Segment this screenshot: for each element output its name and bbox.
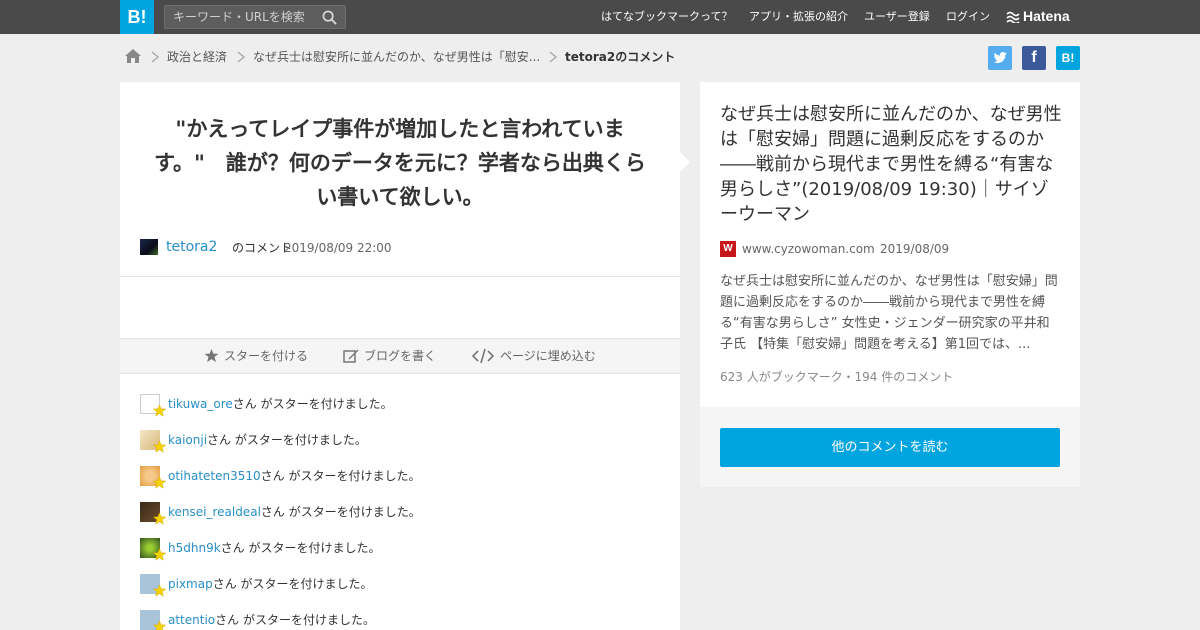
entry-panel-footer: 他のコメントを読む	[700, 407, 1080, 487]
hatena-brand-link[interactable]: Hatena	[1006, 0, 1070, 34]
star-list-item: pixmapさん がスターを付けました。	[140, 572, 660, 597]
star-icon	[153, 512, 166, 525]
global-header: B! はてなブックマークって？ アプリ・拡張の紹介 ユーザー登録 ログイン Ha…	[0, 0, 1200, 34]
star-icon	[153, 548, 166, 561]
embed-button[interactable]: ページに埋め込む	[472, 339, 607, 373]
star-user-link[interactable]: pixmap	[168, 577, 213, 591]
star-user-suffix: さん がスターを付けました。	[260, 469, 421, 483]
chevron-right-icon	[151, 51, 159, 63]
star-list-item: tikuwa_oreさん がスターを付けました。	[140, 392, 660, 417]
facebook-share-button[interactable]: f	[1022, 46, 1046, 70]
search-input[interactable]	[165, 6, 315, 28]
hatena-wave-icon	[1006, 11, 1020, 25]
hatena-bookmark-share-button[interactable]: B!	[1056, 46, 1080, 70]
star-icon	[153, 584, 166, 597]
star-user-suffix: さん がスターを付けました。	[207, 433, 367, 447]
read-more-comments-button[interactable]: 他のコメントを読む	[720, 428, 1060, 467]
comment-date[interactable]: 2019/08/09 22:00	[284, 238, 392, 258]
breadcrumb-entry[interactable]: なぜ兵士は慰安所に並んだのか、なぜ男性は「慰安...	[253, 47, 540, 67]
entry-domain-link[interactable]: www.cyzowoman.com	[742, 240, 875, 258]
star-user-suffix: さん がスターを付けました。	[260, 505, 421, 519]
star-user-suffix: さん がスターを付けました。	[215, 613, 375, 627]
write-blog-button[interactable]: ブログを書く	[343, 339, 443, 373]
star-list-item: h5dhn9kさん がスターを付けました。	[140, 536, 660, 561]
search-box	[164, 5, 346, 29]
star-user-suffix: さん がスターを付けました。	[232, 397, 393, 411]
divider	[120, 276, 680, 277]
embed-label: ページに埋め込む	[500, 349, 596, 363]
star-user-suffix: さん がスターを付けました。	[212, 577, 373, 591]
star-icon	[153, 440, 166, 453]
star-user-line: otihateten3510さん がスターを付けました。	[168, 465, 421, 487]
avatar[interactable]	[140, 239, 158, 255]
star-user-line: pixmapさん がスターを付けました。	[168, 573, 373, 595]
comment-user-suffix: のコメント	[232, 241, 293, 255]
twitter-bird-icon	[993, 52, 1007, 63]
chevron-right-icon	[237, 51, 245, 63]
star-user-line: kensei_realdealさん がスターを付けました。	[168, 501, 421, 523]
star-user-link[interactable]: kensei_realdeal	[168, 505, 261, 519]
chevron-right-icon	[549, 51, 557, 63]
action-bar: スターを付ける ブログを書く ページに埋め込む	[120, 338, 680, 374]
star-user-link[interactable]: otihateten3510	[168, 469, 261, 483]
breadcrumb-category[interactable]: 政治と経済	[167, 47, 227, 67]
home-icon[interactable]	[124, 48, 142, 64]
nav-about[interactable]: はてなブックマークって？	[601, 0, 732, 34]
star-list-item: attentioさん がスターを付けました。	[140, 608, 660, 630]
brand-label: Hatena	[1023, 8, 1070, 24]
star-list-item: kaionjiさん がスターを付けました。	[140, 428, 660, 453]
star-user-link[interactable]: h5dhn9k	[168, 541, 221, 555]
entry-title-link[interactable]: なぜ兵士は慰安所に並んだのか、なぜ男性は「慰安婦」問題に過剰反応をするのか――戦…	[720, 102, 1065, 227]
star-icon	[153, 620, 166, 630]
nav-register[interactable]: ユーザー登録	[864, 0, 930, 34]
nav-apps[interactable]: アプリ・拡張の紹介	[749, 0, 848, 34]
panel-pointer	[680, 152, 690, 172]
star-user-link[interactable]: kaionji	[168, 433, 207, 447]
hatena-bookmark-logo[interactable]: B!	[120, 0, 154, 34]
comment-user-link[interactable]: tetora2	[166, 237, 217, 257]
star-icon	[153, 404, 166, 417]
star-user-line: h5dhn9kさん がスターを付けました。	[168, 537, 380, 559]
comment-card: "かえってレイプ事件が増加したと言われています。" 誰が？何のデータを元に？学者…	[120, 82, 680, 630]
breadcrumb-current: tetora2のコメント	[565, 50, 676, 64]
search-icon[interactable]	[322, 10, 337, 25]
star-user-line: attentioさん がスターを付けました。	[168, 609, 375, 630]
star-user-suffix: さん がスターを付けました。	[220, 541, 381, 555]
site-favicon-icon: W	[720, 241, 736, 257]
add-star-button[interactable]: スターを付ける	[204, 339, 314, 373]
write-blog-label: ブログを書く	[364, 349, 437, 363]
twitter-share-button[interactable]	[988, 46, 1012, 70]
star-list-item: otihateten3510さん がスターを付けました。	[140, 464, 660, 489]
star-user-link[interactable]: tikuwa_ore	[168, 397, 233, 411]
star-icon	[204, 348, 219, 363]
entry-date: 2019/08/09	[880, 242, 950, 256]
comment-text: "かえってレイプ事件が増加したと言われています。" 誰が？何のデータを元に？学者…	[154, 117, 646, 209]
add-star-label: スターを付ける	[224, 349, 309, 363]
edit-icon	[343, 349, 359, 363]
star-user-line: tikuwa_oreさん がスターを付けました。	[168, 393, 393, 415]
entry-panel: なぜ兵士は慰安所に並んだのか、なぜ男性は「慰安婦」問題に過剰反応をするのか――戦…	[700, 82, 1080, 407]
star-list-item: kensei_realdealさん がスターを付けました。	[140, 500, 660, 525]
star-user-line: kaionjiさん がスターを付けました。	[168, 429, 367, 451]
entry-stats-link[interactable]: 623 人がブックマーク・194 件のコメント	[720, 368, 953, 385]
code-icon	[472, 348, 494, 364]
star-icon	[153, 476, 166, 489]
entry-summary: なぜ兵士は慰安所に並んだのか、なぜ男性は「慰安婦」問題に過剰反応をするのか――戦…	[720, 274, 1058, 352]
star-user-link[interactable]: attentio	[168, 613, 215, 627]
nav-login[interactable]: ログイン	[946, 0, 990, 34]
